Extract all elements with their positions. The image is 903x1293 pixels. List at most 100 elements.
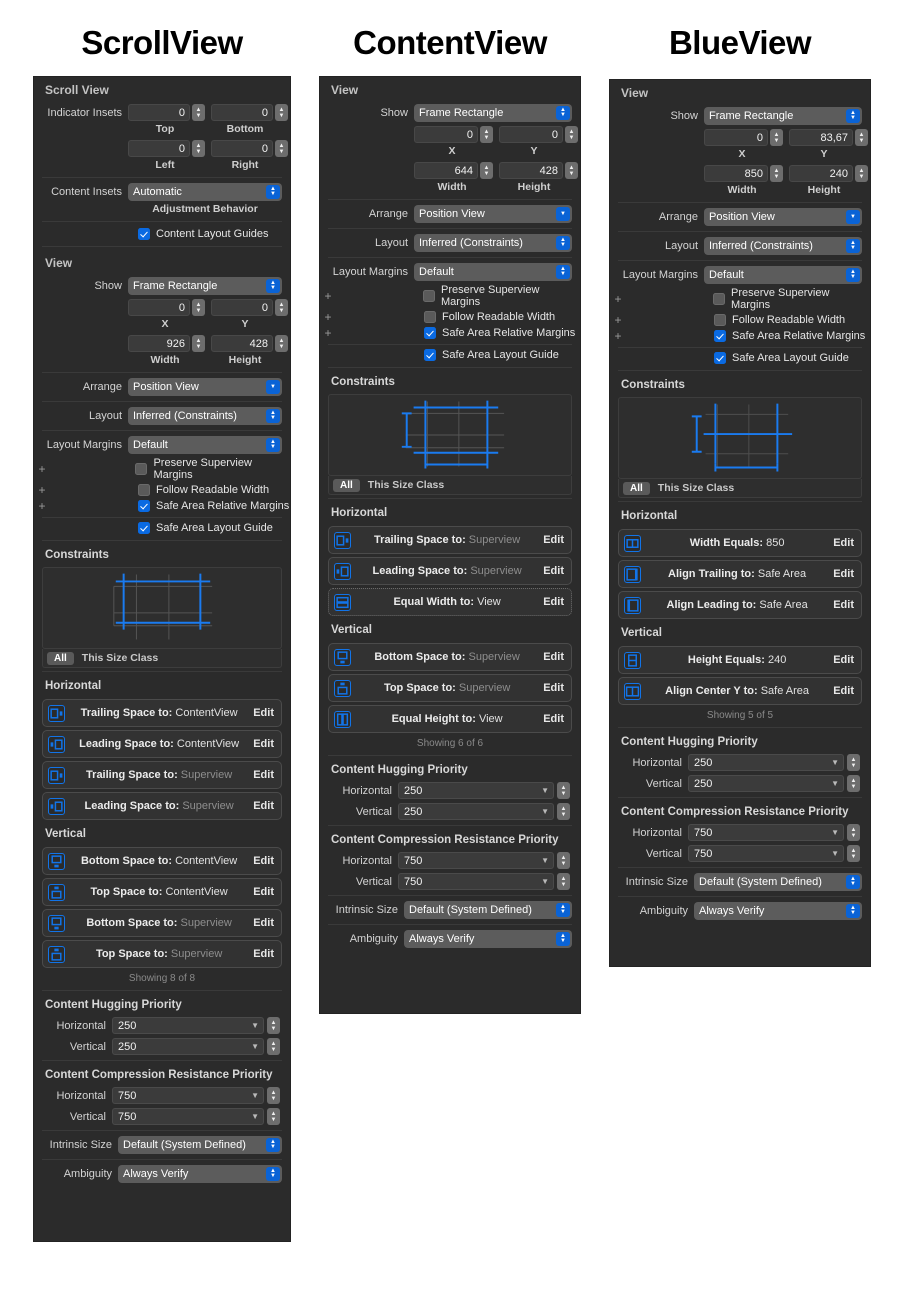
frame-height-input[interactable]: 428 <box>499 162 563 179</box>
constraints-diagram[interactable] <box>42 567 282 649</box>
frame-y-stepper[interactable]: ▲ ▼ <box>275 299 288 316</box>
layout-margins-popup[interactable]: Default ▲ ▼ <box>704 266 862 284</box>
edit-button[interactable]: Edit <box>833 599 854 611</box>
constraint-row[interactable]: Bottom Space to: Superview Edit <box>328 643 572 671</box>
ambiguity-popup[interactable]: Always Verify ▲ ▼ <box>694 902 862 920</box>
inset-left-stepper[interactable]: ▲ ▼ <box>192 140 205 157</box>
frame-height-field-group[interactable]: 428 ▲ ▼ <box>499 162 578 179</box>
hugging-horizontal-combo[interactable]: 250 ▼ <box>398 782 554 799</box>
frame-y-field-group[interactable]: 0 ▲ ▼ <box>499 126 578 143</box>
chevron-down-icon[interactable]: ▼ <box>541 856 549 865</box>
edit-button[interactable]: Edit <box>833 537 854 549</box>
preserve-superview-margins-checkbox[interactable] <box>135 463 148 475</box>
chevron-updown-icon[interactable]: ▲ ▼ <box>556 903 570 917</box>
chevron-updown-icon[interactable]: ▲ ▼ <box>266 1138 280 1152</box>
preserve-superview-margins-checkbox[interactable] <box>422 290 435 302</box>
edit-button[interactable]: Edit <box>253 917 274 929</box>
frame-height-input[interactable]: 240 <box>789 165 853 182</box>
frame-height-stepper[interactable]: ▲ ▼ <box>855 165 868 182</box>
inset-left-input[interactable]: 0 <box>128 140 190 157</box>
frame-x-input[interactable]: 0 <box>128 299 190 316</box>
show-popup[interactable]: Frame Rectangle ▲ ▼ <box>414 104 572 122</box>
frame-y-field-group[interactable]: 0 ▲ ▼ <box>211 299 288 316</box>
hugging-vertical-combo[interactable]: 250 ▼ <box>112 1038 264 1055</box>
hugging-vertical-stepper[interactable]: ▲ ▼ <box>267 1038 280 1055</box>
inset-bottom-input[interactable]: 0 <box>211 104 273 121</box>
safe-area-layout-guide-checkbox[interactable] <box>714 352 726 364</box>
constraint-row[interactable]: Align Trailing to: Safe Area Edit <box>618 560 862 588</box>
chevron-down-icon[interactable]: ▼ <box>541 807 549 816</box>
layout-margins-popup[interactable]: Default ▲ ▼ <box>414 263 572 281</box>
chevron-down-icon[interactable]: ▼ <box>251 1021 259 1030</box>
ambiguity-popup[interactable]: Always Verify ▲ ▼ <box>404 930 572 948</box>
inset-right-stepper[interactable]: ▲ ▼ <box>275 140 288 157</box>
frame-x-field-group[interactable]: 0 ▲ ▼ <box>414 126 493 143</box>
constraint-row[interactable]: Equal Height to: View Edit <box>328 705 572 733</box>
compression-vertical-combo[interactable]: 750 ▼ <box>398 873 554 890</box>
layout-popup[interactable]: Inferred (Constraints) ▲ ▼ <box>704 237 862 255</box>
follow-readable-width-checkbox[interactable] <box>424 311 436 323</box>
content-insets-popup[interactable]: Automatic ▲ ▼ <box>128 183 282 201</box>
edit-button[interactable]: Edit <box>543 682 564 694</box>
edit-button[interactable]: Edit <box>833 654 854 666</box>
layout-popup[interactable]: Inferred (Constraints) ▲ ▼ <box>128 407 282 425</box>
edit-button[interactable]: Edit <box>543 596 564 608</box>
preserve-superview-margins-row[interactable]: + Preserve Superview Margins <box>320 283 580 309</box>
compression-horizontal-combo[interactable]: 750 ▼ <box>398 852 554 869</box>
chevron-updown-icon[interactable]: ▲ ▼ <box>266 438 280 452</box>
chevron-updown-icon[interactable]: ▲ ▼ <box>846 268 860 282</box>
hugging-vertical-stepper[interactable]: ▲ ▼ <box>847 775 860 792</box>
chevron-updown-icon[interactable]: ▲ ▼ <box>846 109 860 123</box>
safe-area-relative-margins-checkbox[interactable] <box>424 327 436 339</box>
plus-icon[interactable]: + <box>34 483 50 497</box>
compression-horizontal-stepper[interactable]: ▲ ▼ <box>267 1087 280 1104</box>
chevron-updown-icon[interactable]: ▲ ▼ <box>266 185 280 199</box>
frame-y-field-group[interactable]: 83,67 ▲ ▼ <box>789 129 868 146</box>
follow-readable-width-checkbox[interactable] <box>714 314 726 326</box>
content-layout-guides-row[interactable]: Content Layout Guides <box>34 225 290 243</box>
constraints-diagram[interactable] <box>618 397 862 479</box>
frame-width-input[interactable]: 850 <box>704 165 768 182</box>
chevron-down-icon[interactable]: ▼ <box>831 779 839 788</box>
inset-bottom-stepper[interactable]: ▲ ▼ <box>275 104 288 121</box>
safe-area-relative-margins-checkbox[interactable] <box>714 330 726 342</box>
frame-x-field-group[interactable]: 0 ▲ ▼ <box>128 299 205 316</box>
edit-button[interactable]: Edit <box>833 685 854 697</box>
constraint-row[interactable]: Height Equals: 240 Edit <box>618 646 862 674</box>
size-class-this-label[interactable]: This Size Class <box>368 479 444 491</box>
plus-icon[interactable]: + <box>34 462 50 476</box>
chevron-down-icon[interactable]: ▼ <box>251 1042 259 1051</box>
safe-area-relative-margins-row[interactable]: + Safe Area Relative Margins <box>610 328 870 344</box>
safe-area-relative-margins-checkbox[interactable] <box>138 500 150 512</box>
frame-y-input[interactable]: 0 <box>499 126 563 143</box>
plus-icon[interactable]: + <box>34 499 50 513</box>
frame-width-field-group[interactable]: 644 ▲ ▼ <box>414 162 493 179</box>
show-popup[interactable]: Frame Rectangle ▲ ▼ <box>128 277 282 295</box>
size-class-this-label[interactable]: This Size Class <box>658 482 734 494</box>
safe-area-relative-margins-row[interactable]: + Safe Area Relative Margins <box>320 325 580 341</box>
chevron-down-icon[interactable]: ▼ <box>541 877 549 886</box>
plus-icon[interactable]: + <box>610 329 626 343</box>
intrinsic-size-popup[interactable]: Default (System Defined) ▲ ▼ <box>404 901 572 919</box>
frame-height-field-group[interactable]: 240 ▲ ▼ <box>789 165 868 182</box>
hugging-horizontal-combo[interactable]: 250 ▼ <box>112 1017 264 1034</box>
constraint-row[interactable]: Leading Space to: Superview Edit <box>42 792 282 820</box>
plus-icon[interactable]: + <box>320 289 336 303</box>
compression-vertical-stepper[interactable]: ▲ ▼ <box>267 1108 280 1125</box>
constraint-row[interactable]: Align Center Y to: Safe Area Edit <box>618 677 862 705</box>
inset-bottom-field-group[interactable]: 0 ▲ ▼ <box>211 104 288 121</box>
preserve-superview-margins-row[interactable]: + Preserve Superview Margins <box>610 286 870 312</box>
frame-x-stepper[interactable]: ▲ ▼ <box>192 299 205 316</box>
hugging-horizontal-stepper[interactable]: ▲ ▼ <box>847 754 860 771</box>
constraint-row[interactable]: Trailing Space to: ContentView Edit <box>42 699 282 727</box>
constraints-diagram[interactable] <box>328 394 572 476</box>
frame-height-field-group[interactable]: 428 ▲ ▼ <box>211 335 288 352</box>
edit-button[interactable]: Edit <box>253 707 274 719</box>
chevron-updown-icon[interactable]: ▲ ▼ <box>266 279 280 293</box>
constraint-row[interactable]: Equal Width to: View Edit <box>328 588 572 616</box>
edit-button[interactable]: Edit <box>543 534 564 546</box>
compression-vertical-stepper[interactable]: ▲ ▼ <box>847 845 860 862</box>
inset-right-input[interactable]: 0 <box>211 140 273 157</box>
constraint-row[interactable]: Top Space to: ContentView Edit <box>42 878 282 906</box>
frame-height-stepper[interactable]: ▲ ▼ <box>565 162 578 179</box>
